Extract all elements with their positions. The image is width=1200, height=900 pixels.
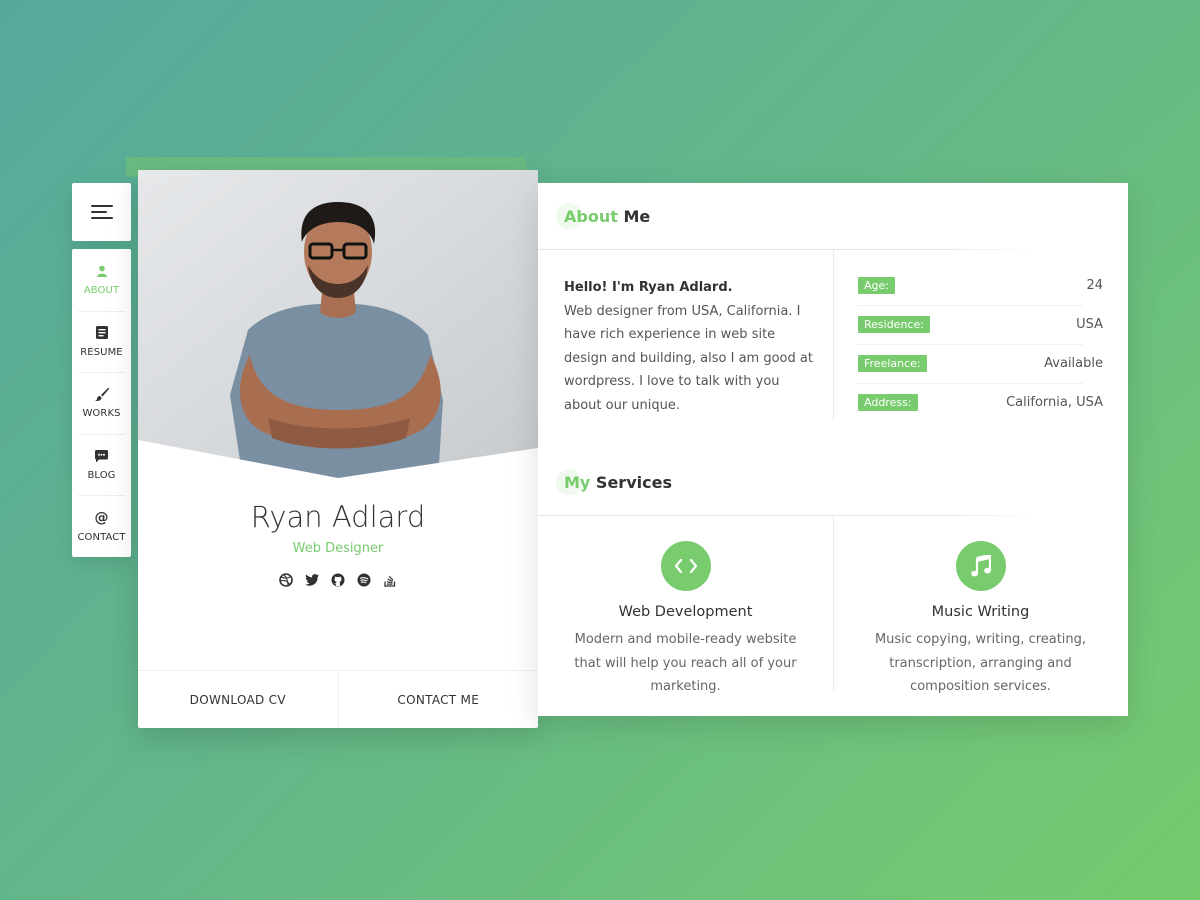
about-text: Hello! I'm Ryan Adlard. Web designer fro… (564, 276, 814, 417)
service-music-writing: Music Writing Music copying, writing, cr… (833, 541, 1128, 699)
about-hello: Hello! I'm Ryan Adlard. (564, 280, 733, 295)
profile-name: Ryan Adlard (250, 500, 426, 534)
download-cv-button[interactable]: DOWNLOAD CV (138, 671, 338, 728)
nav-item-contact[interactable]: @ CONTACT (72, 495, 131, 557)
code-icon (660, 541, 711, 591)
spotify-icon[interactable] (357, 573, 371, 587)
twitter-icon[interactable] (305, 573, 319, 587)
info-row-freelance: Freelance: Available (858, 344, 1103, 383)
info-key: Address: (858, 394, 918, 411)
profile-card: Ryan Adlard Web Designer DOWNLOAD CV CON… (138, 170, 538, 728)
services-section-title: My Services (556, 469, 672, 495)
service-title: Music Writing (931, 604, 1030, 620)
service-description: Modern and mobile-ready website that wil… (574, 632, 797, 694)
user-icon (94, 263, 110, 279)
nav-item-blog[interactable]: BLOG (72, 433, 131, 496)
music-note-icon (955, 541, 1006, 591)
hamburger-icon (90, 201, 113, 223)
info-row-residence: Residence: USA (858, 305, 1103, 344)
nav-item-about[interactable]: ABOUT (72, 249, 131, 311)
divider (538, 515, 1038, 516)
at-icon: @ (94, 509, 109, 526)
nav-item-works[interactable]: WORKS (72, 372, 131, 434)
menu-button[interactable] (72, 183, 131, 241)
document-icon (94, 325, 110, 341)
about-title-rest: Me (617, 207, 651, 226)
nav-label: RESUME (80, 346, 123, 358)
title-decoration (556, 203, 582, 229)
info-value: California, USA (1006, 395, 1103, 410)
nav-item-resume[interactable]: RESUME (72, 310, 131, 373)
github-icon[interactable] (331, 573, 345, 587)
info-key: Age: (858, 277, 895, 294)
chat-icon (94, 448, 110, 464)
about-section-title: About Me (556, 203, 651, 229)
nav-label: BLOG (87, 470, 116, 482)
vertical-divider (833, 250, 834, 420)
service-title: Web Development (618, 604, 753, 620)
service-description: Music copying, writing, creating, transc… (874, 632, 1087, 694)
nav-label: ABOUT (83, 285, 120, 297)
info-value: 24 (1086, 278, 1103, 293)
info-row-age: Age: 24 (858, 266, 1103, 305)
profile-role: Web Designer (292, 541, 384, 556)
content-panel: About Me Hello! I'm Ryan Adlard. Web des… (538, 183, 1128, 716)
info-row-address: Address: California, USA (858, 383, 1103, 422)
title-decoration (556, 469, 582, 495)
contact-me-button[interactable]: CONTACT ME (337, 671, 539, 728)
info-list: Age: 24 Residence: USA Freelance: Availa… (858, 276, 1103, 422)
nav-label: CONTACT (77, 531, 126, 543)
info-key: Residence: (858, 316, 930, 333)
profile-photo (138, 170, 538, 478)
stack-overflow-icon[interactable] (383, 573, 397, 587)
side-nav: ABOUT RESUME WORKS BLOG @ CONTACT (72, 249, 131, 557)
service-web-development: Web Development Modern and mobile-ready … (538, 541, 833, 699)
nav-label: WORKS (82, 408, 121, 420)
divider (538, 249, 1038, 250)
info-value: USA (1076, 317, 1103, 332)
social-links (138, 573, 538, 587)
card-actions: DOWNLOAD CV CONTACT ME (138, 670, 538, 728)
info-key: Freelance: (858, 355, 927, 372)
info-value: Available (1044, 356, 1103, 371)
brush-icon (94, 386, 110, 402)
about-bio: Web designer from USA, California. I hav… (564, 303, 813, 413)
services-title-rest: Services (590, 473, 672, 492)
dribbble-icon[interactable] (279, 573, 293, 587)
